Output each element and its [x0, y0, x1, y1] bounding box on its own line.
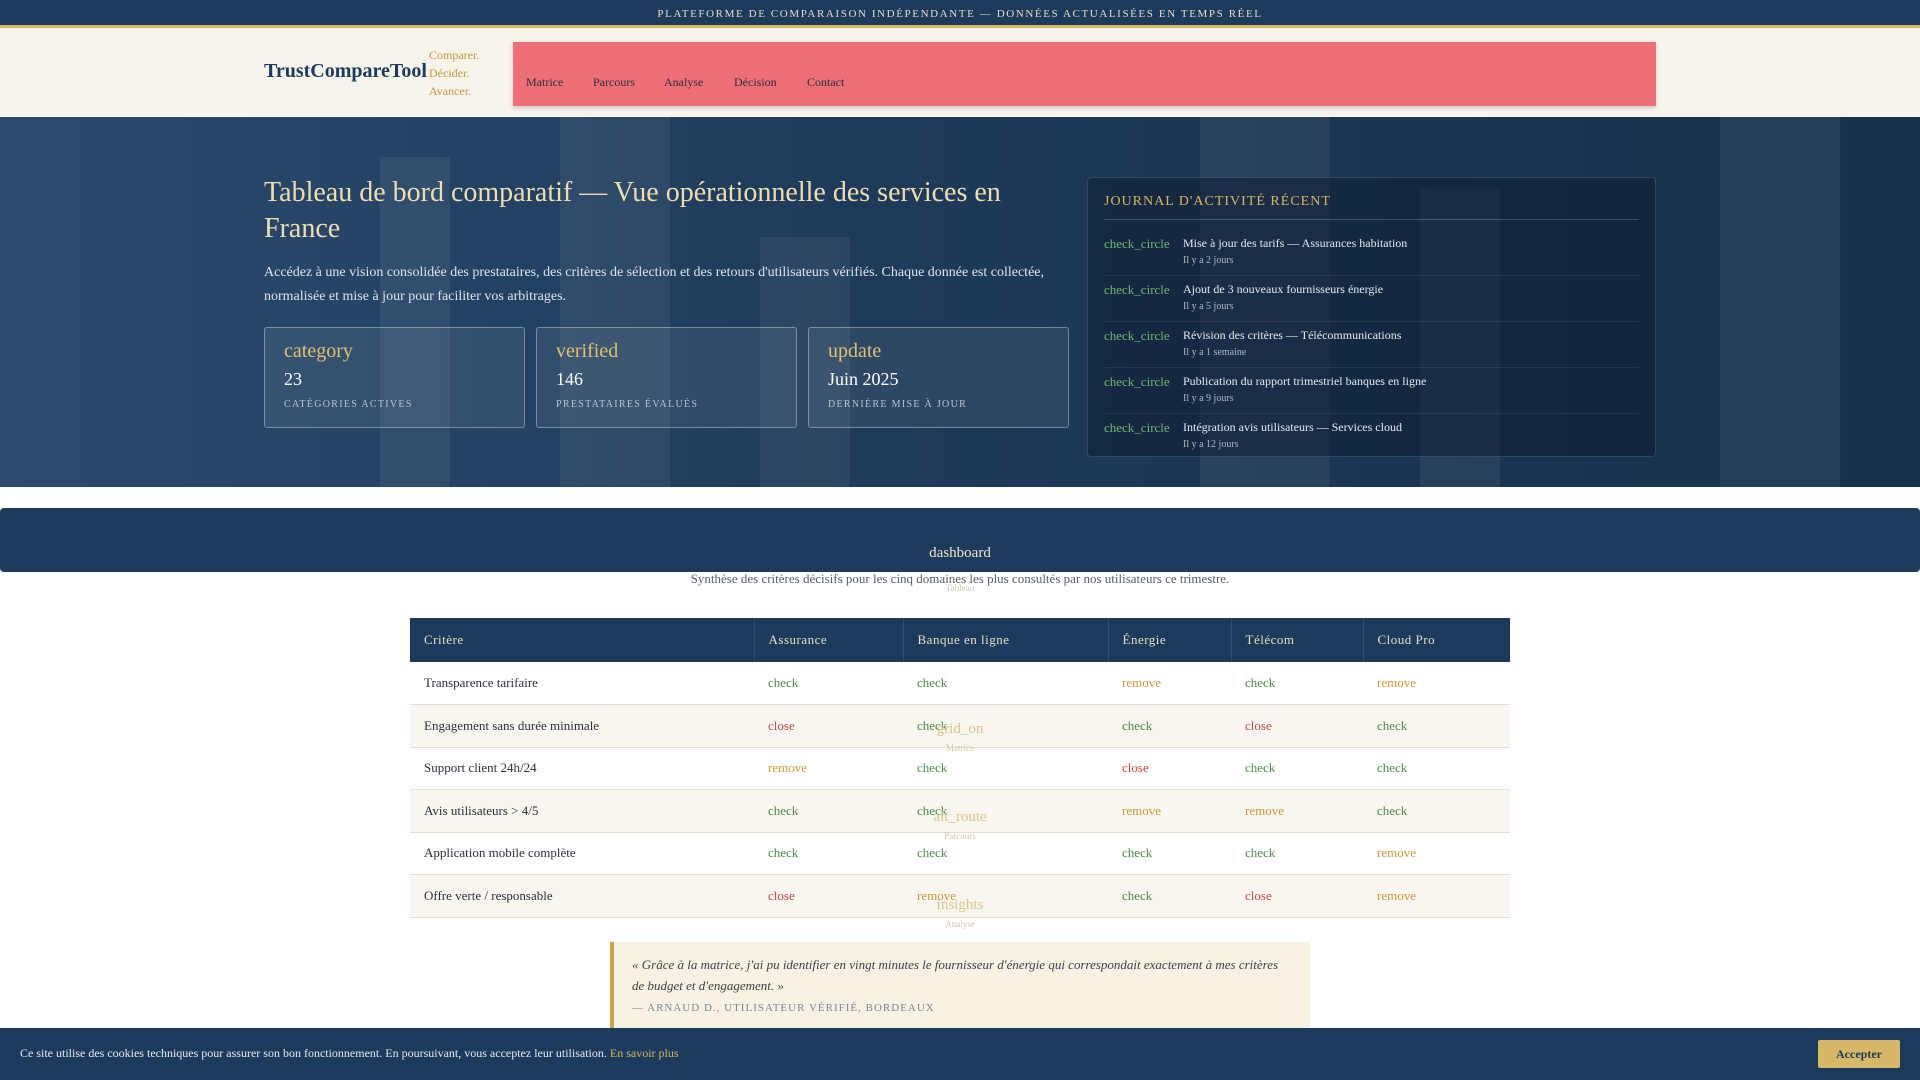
check-icon: check — [903, 662, 1108, 705]
check-icon: check — [1363, 747, 1510, 790]
hero-section: Tableau de bord comparatif — Vue opérati… — [0, 117, 1920, 487]
check-circle-icon: check_circle — [1104, 236, 1170, 251]
table-row: Support client 24h/24 remove check close che… — [410, 747, 1510, 790]
cookie-banner: Ce site utilise des cookies techniques p… — [0, 1028, 1920, 1080]
journal-item-time: Il y a 2 jours — [1183, 255, 1234, 266]
journal-item-text: Révision des critères — Télécommunicatio… — [1183, 328, 1402, 342]
check-circle-icon: check_circle — [1104, 282, 1170, 297]
nav-item-matrice[interactable]: Matrice — [526, 75, 563, 90]
matrix-header-row: Critère Assurance Banque en ligne Énergi… — [410, 618, 1510, 662]
category-icon: category — [284, 340, 353, 362]
close-icon: close — [1108, 747, 1231, 790]
main-nav: Matrice Parcours Analyse Décision Contac… — [513, 42, 1656, 106]
check-icon: check — [1231, 662, 1363, 705]
remove-icon: remove — [1108, 662, 1231, 705]
journal-item-time: Il y a 5 jours — [1183, 301, 1234, 312]
hero-description: Accédez à une vision consolidée des pres… — [264, 265, 1045, 304]
rail-label[interactable]: Matrice — [0, 743, 1920, 753]
rail-insights-icon[interactable]: insights — [0, 897, 1920, 914]
stat-label: DERNIÈRE MISE À JOUR — [828, 399, 968, 410]
nav-item-decision[interactable]: Décision — [734, 75, 777, 90]
journal-item: check_circle Intégration avis utilisateu… — [1104, 414, 1639, 460]
quote-text: « Grâce à la matrice, j'ai pu identifier… — [632, 957, 1279, 993]
dashboard-label: dashboard — [929, 545, 991, 561]
criterion-cell: Transparence tarifaire — [410, 662, 754, 705]
stat-card-providers: verified 146 PRESTATAIRES ÉVALUÉS — [536, 327, 797, 428]
cookie-message: Ce site utilise des cookies techniques p… — [20, 1046, 679, 1061]
tagline-line: Avancer. — [429, 84, 472, 98]
criterion-cell: Support client 24h/24 — [410, 747, 754, 790]
remove-icon: remove — [754, 747, 903, 790]
check-circle-icon: check_circle — [1104, 328, 1170, 343]
journal-item-time: Il y a 12 jours — [1183, 439, 1239, 450]
column-header: Télécom — [1231, 618, 1364, 662]
nav-item-parcours[interactable]: Parcours — [593, 75, 635, 90]
verified-icon: verified — [556, 340, 619, 362]
tagline-line: Comparer. — [429, 48, 480, 62]
journal-item: check_circle Ajout de 3 nouveaux fournis… — [1104, 276, 1639, 322]
journal-item-text: Mise à jour des tarifs — Assurances habi… — [1183, 236, 1408, 250]
rail-grid-on-icon[interactable]: grid_on — [0, 721, 1920, 738]
check-circle-icon: check_circle — [1104, 420, 1170, 435]
journal-item: check_circle Mise à jour des tarifs — As… — [1104, 230, 1639, 276]
journal-item-time: Il y a 1 semaine — [1183, 347, 1247, 358]
stat-value: 146 — [556, 369, 583, 389]
brand-logo[interactable]: TrustCompareTool — [264, 60, 427, 83]
nav-item-contact[interactable]: Contact — [807, 75, 844, 90]
stat-value: Juin 2025 — [828, 369, 899, 389]
stat-card-categories: category 23 CATÉGORIES ACTIVES — [264, 327, 525, 428]
column-header: Banque en ligne — [903, 618, 1109, 662]
journal-item-text: Ajout de 3 nouveaux fournisseurs énergie — [1183, 282, 1384, 296]
learn-more-link[interactable]: En savoir plus — [610, 1046, 679, 1060]
journal-item-time: Il y a 9 jours — [1183, 393, 1234, 404]
check-icon: check — [754, 662, 903, 705]
column-header: Cloud Pro — [1363, 618, 1510, 662]
journal-item: check_circle Révision des critères — Tél… — [1104, 322, 1639, 368]
tagline-line: Décider. — [429, 66, 470, 80]
update-icon: update — [828, 340, 882, 362]
journal-title: JOURNAL D'ACTIVITÉ RÉCENT — [1104, 194, 1639, 220]
testimonial-quote: « Grâce à la matrice, j'ai pu identifier… — [610, 942, 1310, 1042]
journal-item: check_circle Publication du rapport trim… — [1104, 368, 1639, 414]
remove-icon: remove — [1363, 662, 1510, 705]
stat-card-update: update Juin 2025 DERNIÈRE MISE À JOUR — [808, 327, 1069, 428]
journal-item-text: Publication du rapport trimestriel banqu… — [1183, 374, 1427, 388]
rail-label[interactable]: Parcours — [0, 831, 1920, 841]
activity-journal: JOURNAL D'ACTIVITÉ RÉCENT check_circle M… — [1087, 177, 1656, 457]
nav-item-analyse[interactable]: Analyse — [664, 75, 703, 90]
journal-item-text: Intégration avis utilisateurs — Services… — [1183, 420, 1402, 434]
check-icon: check — [903, 747, 1108, 790]
check-circle-icon: check_circle — [1104, 374, 1170, 389]
cookie-text: Ce site utilise des cookies techniques p… — [20, 1046, 607, 1060]
accept-cookies-button[interactable]: Accepter — [1818, 1040, 1900, 1068]
column-header: Énergie — [1108, 618, 1232, 662]
top-announcement-bar: PLATEFORME DE COMPARAISON INDÉPENDANTE —… — [0, 0, 1920, 28]
quote-author: — ARNAUD D., UTILISATEUR VÉRIFIÉ, BORDEA… — [632, 1002, 935, 1014]
column-header: Assurance — [754, 618, 904, 662]
background-building — [1720, 117, 1840, 487]
rail-alt-route-icon[interactable]: alt_route — [0, 809, 1920, 826]
rail-label[interactable]: Tableau — [0, 583, 1920, 593]
stat-label: PRESTATAIRES ÉVALUÉS — [556, 399, 699, 410]
dashboard-band — [0, 508, 1920, 572]
comparison-matrix: Critère Assurance Banque en ligne Énergi… — [410, 618, 1510, 918]
stat-value: 23 — [284, 369, 302, 389]
column-header: Critère — [410, 618, 755, 662]
table-row: Transparence tarifaire check check remove ch… — [410, 662, 1510, 705]
rail-label[interactable]: Analyse — [0, 919, 1920, 929]
tagline: Comparer. Décider. Avancer. — [429, 46, 479, 100]
site-header: TrustCompareTool Comparer. Décider. Avan… — [0, 28, 1920, 116]
check-icon: check — [1231, 747, 1363, 790]
stat-label: CATÉGORIES ACTIVES — [284, 399, 413, 410]
page-title: Tableau de bord comparatif — Vue opérati… — [264, 177, 1001, 244]
